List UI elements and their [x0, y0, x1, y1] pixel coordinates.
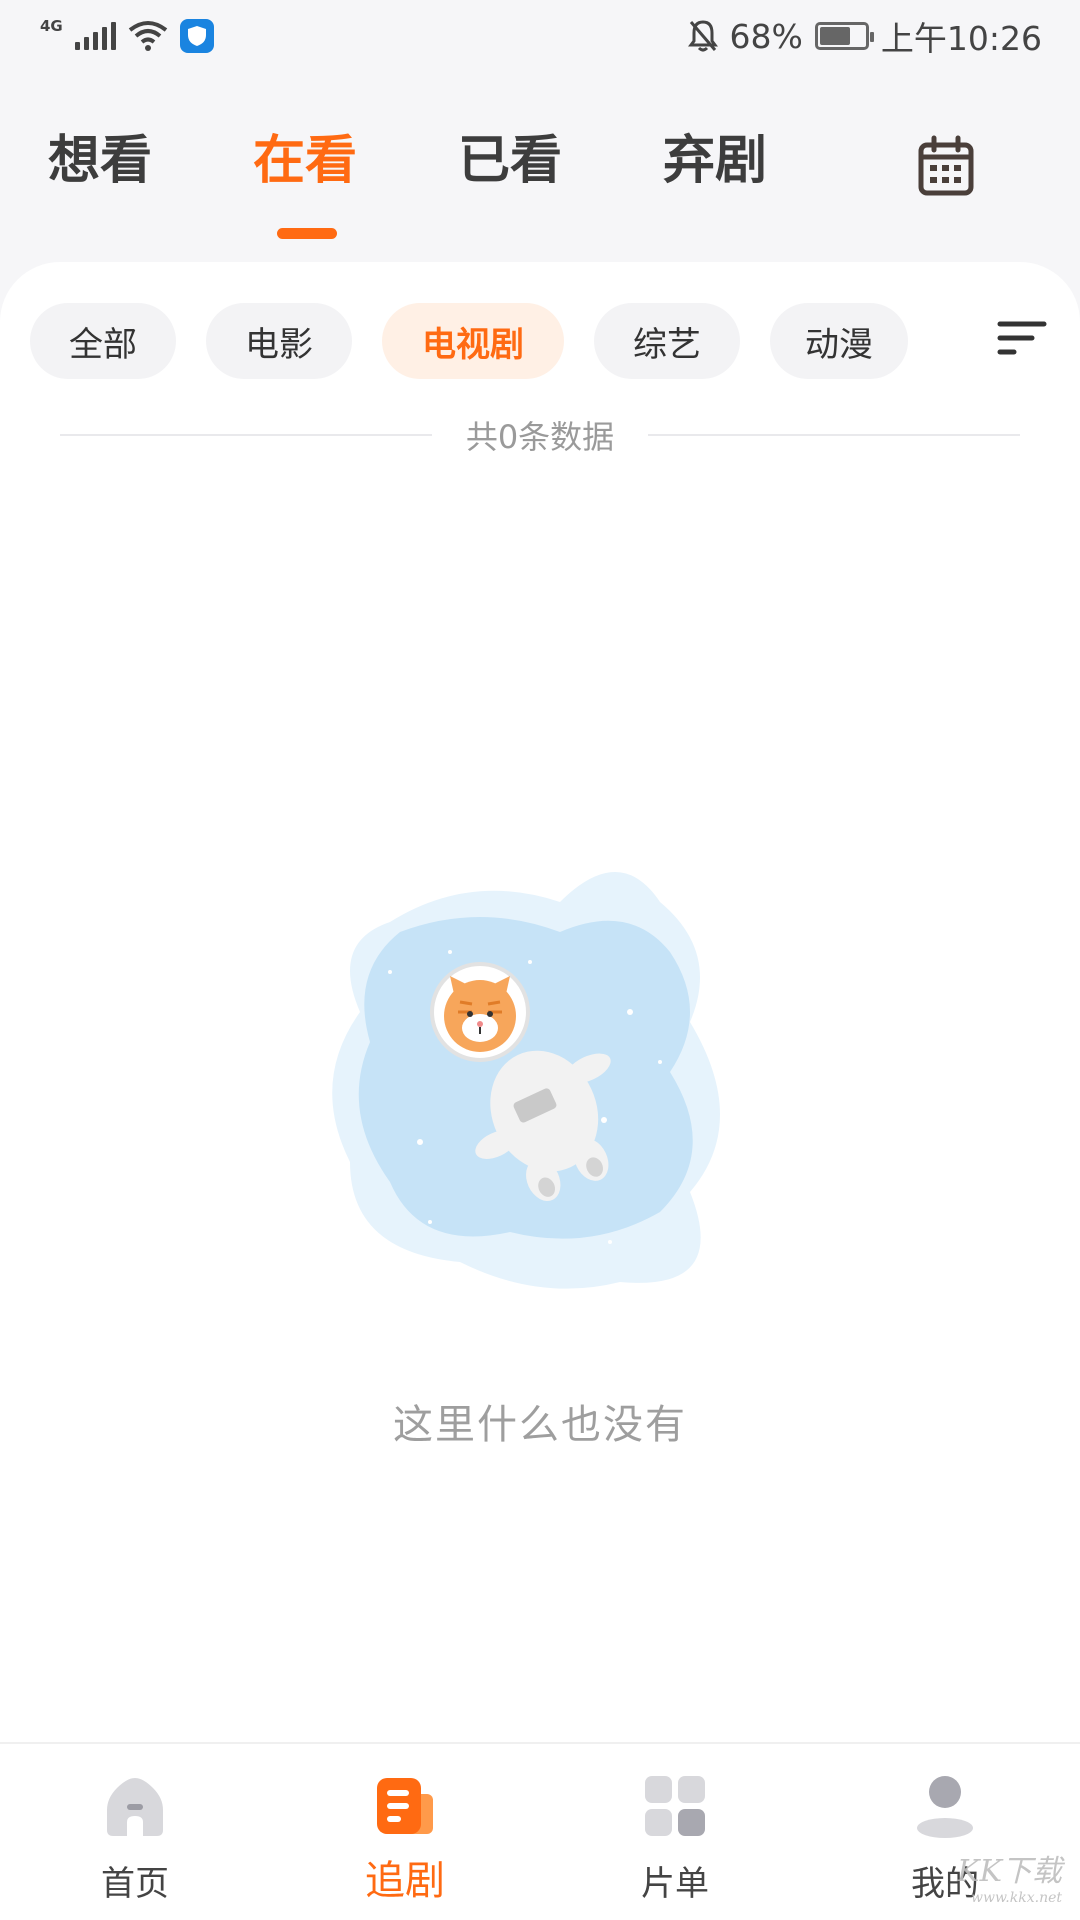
record-count-text: 共0条数据 — [465, 418, 615, 456]
record-count-row: 共0条数据 — [60, 410, 1020, 460]
shield-icon — [179, 19, 214, 53]
empty-state-astronaut-cat-illustration — [332, 872, 720, 1289]
battery-icon — [814, 22, 874, 50]
status-right: 68% 上午10:26 — [687, 12, 1042, 60]
nav-item-playlist[interactable]: 片单 — [540, 1744, 810, 1920]
filter-chip-label: 电视剧 — [422, 324, 524, 365]
watermark-main: KK下载 — [957, 1854, 1062, 1889]
home-icon — [107, 1778, 163, 1836]
tab-abandoned[interactable]: 弃剧 — [663, 118, 868, 248]
filter-chip-all[interactable]: 全部 — [30, 303, 176, 379]
grid-icon — [645, 1776, 705, 1836]
divider-line — [60, 434, 432, 436]
filter-chip-label: 综艺 — [633, 324, 701, 365]
tab-label: 想看 — [48, 131, 153, 191]
content-card: 全部 电影 电视剧 综艺 动漫 共0条数据 这里什么也没有 — [0, 262, 1080, 1742]
watermark: KK下载 www.kkx.net — [957, 1846, 1062, 1906]
profile-icon — [917, 1776, 973, 1838]
battery-percent: 68% — [729, 16, 803, 56]
bottom-navigation: 首页 追剧 片单 我的 — [0, 1742, 1080, 1920]
filter-chip-movie[interactable]: 电影 — [206, 303, 352, 379]
filter-chip-label: 动漫 — [805, 324, 873, 365]
tab-label: 弃剧 — [663, 131, 768, 191]
clock: 上午10:26 — [880, 19, 1042, 58]
divider-line — [648, 434, 1020, 436]
network-type: 4G — [40, 17, 63, 35]
tab-label: 已看 — [458, 131, 563, 191]
nav-label: 首页 — [101, 1864, 169, 1904]
bell-muted-icon — [687, 20, 718, 52]
filter-chip-label: 电影 — [245, 324, 313, 365]
active-tab-indicator — [277, 228, 337, 239]
follow-list-icon — [377, 1778, 433, 1834]
nav-item-follow[interactable]: 追剧 — [270, 1744, 540, 1920]
tab-watched[interactable]: 已看 — [458, 118, 663, 248]
tab-want-to-watch[interactable]: 想看 — [48, 118, 253, 248]
signal-icon — [74, 22, 116, 50]
filter-chip-variety[interactable]: 综艺 — [594, 303, 740, 379]
calendar-icon[interactable] — [918, 135, 974, 197]
wifi-icon — [128, 21, 167, 51]
empty-state-message: 这里什么也没有 — [393, 1402, 687, 1448]
tab-label: 在看 — [253, 131, 358, 191]
sort-icon[interactable] — [994, 314, 1050, 364]
category-filter-row: 全部 电影 电视剧 综艺 动漫 — [30, 302, 1050, 380]
status-bar: 4G 68% 上午10:26 — [0, 0, 1080, 72]
nav-label: 追剧 — [365, 1858, 445, 1904]
status-left: 4G — [40, 17, 214, 53]
filter-chip-label: 全部 — [69, 324, 137, 365]
filter-chip-tv-series[interactable]: 电视剧 — [382, 303, 564, 379]
filter-chip-anime[interactable]: 动漫 — [770, 303, 908, 379]
watermark-sub: www.kkx.net — [971, 1890, 1062, 1906]
nav-label: 片单 — [641, 1864, 709, 1904]
nav-item-home[interactable]: 首页 — [0, 1744, 270, 1920]
